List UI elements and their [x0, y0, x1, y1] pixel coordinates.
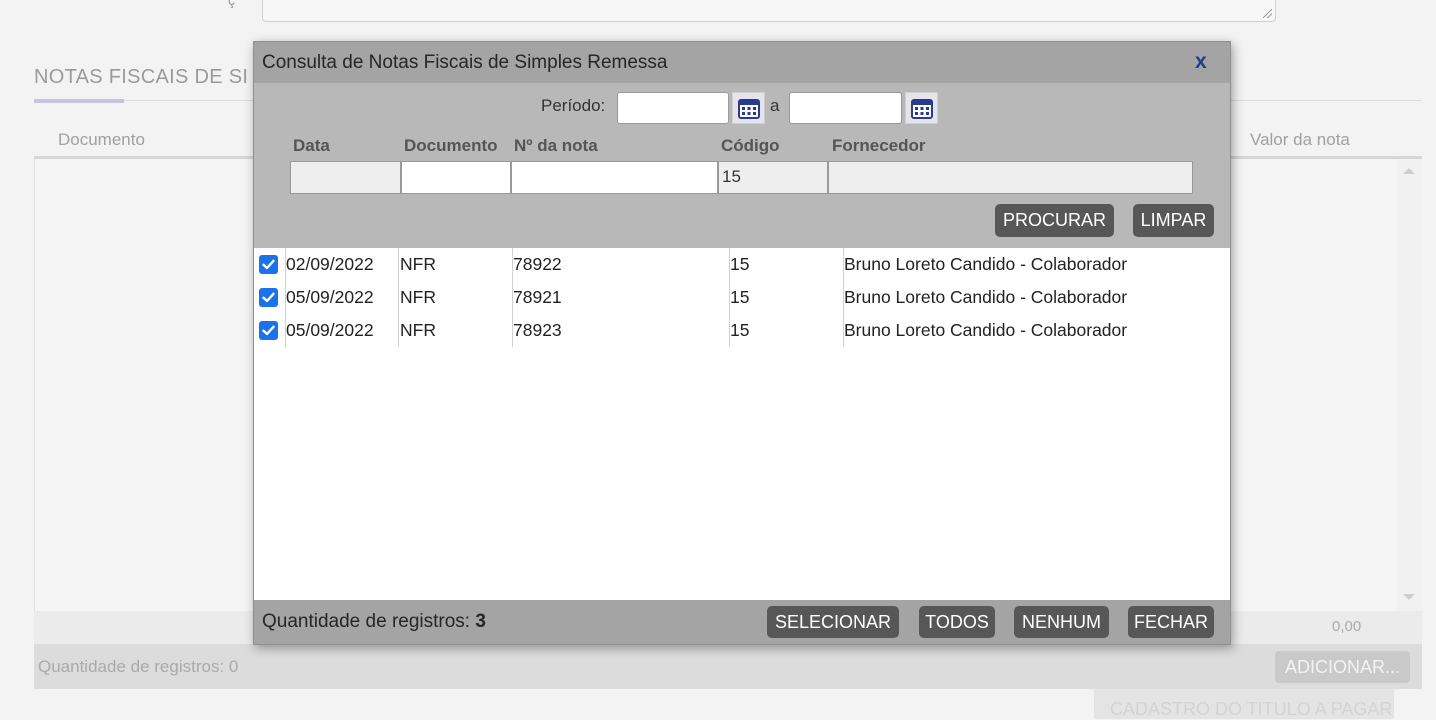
- filter-numero-nota-field[interactable]: [511, 161, 718, 194]
- todos-button[interactable]: TODOS: [919, 606, 995, 638]
- filter-label-data: Data: [293, 136, 330, 155]
- record-count: Quantidade de registros: 3: [262, 611, 486, 633]
- cell-numero-nota: 78922: [513, 254, 562, 274]
- cell-documento: NFR: [400, 254, 436, 274]
- total-value: 0,00: [1332, 618, 1362, 635]
- filter-label-codigo: Código: [721, 136, 780, 155]
- simples-remessa-modal: Consulta de Notas Fiscais de Simples Rem…: [253, 41, 1231, 645]
- cell-data: 05/09/2022: [286, 320, 374, 340]
- filter-codigo-field[interactable]: 15: [718, 161, 828, 194]
- observacao-textarea[interactable]: [262, 0, 1276, 22]
- record-count-label: Quantidade de registros:: [262, 611, 471, 632]
- procurar-button[interactable]: PROCURAR: [995, 204, 1114, 237]
- filter-fornecedor-field[interactable]: [828, 161, 1193, 194]
- bg-label-fragment: ç: [228, 0, 235, 8]
- column-header-documento[interactable]: Documento: [58, 130, 145, 150]
- record-count-value: 3: [475, 611, 486, 632]
- periodo-separator: a: [770, 96, 780, 115]
- scroll-up-icon[interactable]: [1403, 168, 1415, 174]
- record-count: Quantidade de registros: 0: [38, 657, 239, 676]
- cell-numero-nota: 78923: [513, 320, 562, 340]
- periodo-from-input[interactable]: [617, 92, 729, 124]
- add-button[interactable]: ADICIONAR...: [1275, 651, 1411, 683]
- filter-label-fornecedor: Fornecedor: [832, 136, 926, 155]
- result-row[interactable]: 02/09/2022 NFR 78922 15 Bruno Loreto Can…: [254, 248, 1230, 281]
- periodo-to-input[interactable]: [789, 92, 902, 124]
- periodo-label: Período:: [541, 96, 606, 115]
- cell-codigo: 15: [730, 320, 750, 340]
- cell-documento: NFR: [400, 287, 436, 307]
- scroll-down-icon[interactable]: [1403, 594, 1415, 600]
- cell-data: 02/09/2022: [286, 254, 374, 274]
- cell-data: 05/09/2022: [286, 287, 374, 307]
- bottom-panel-label[interactable]: CADASTRO DO TITULO A PAGAR: [1110, 699, 1392, 720]
- column-header-valor-nota[interactable]: Valor da nota: [1250, 130, 1350, 150]
- modal-title: Consulta de Notas Fiscais de Simples Rem…: [262, 52, 668, 73]
- calendar-to-icon[interactable]: [905, 92, 938, 124]
- section-title: NOTAS FISCAIS DE SI: [34, 66, 249, 88]
- cell-codigo: 15: [730, 287, 750, 307]
- row-checkbox[interactable]: [259, 288, 278, 307]
- filter-data-field[interactable]: [290, 161, 401, 194]
- filter-label-documento: Documento: [404, 136, 498, 155]
- close-icon[interactable]: x: [1195, 50, 1207, 74]
- selecionar-button[interactable]: SELECIONAR: [767, 606, 899, 638]
- cell-documento: NFR: [400, 320, 436, 340]
- row-checkbox[interactable]: [259, 255, 278, 274]
- fechar-button[interactable]: FECHAR: [1128, 606, 1214, 638]
- cell-fornecedor: Bruno Loreto Candido - Colaborador: [844, 287, 1128, 307]
- result-row[interactable]: 05/09/2022 NFR 78923 15 Bruno Loreto Can…: [254, 314, 1230, 347]
- filter-label-numero-nota: Nº da nota: [514, 136, 598, 155]
- cell-fornecedor: Bruno Loreto Candido - Colaborador: [844, 254, 1128, 274]
- filter-documento-field[interactable]: [401, 161, 511, 194]
- section-tab-indicator: [34, 99, 124, 103]
- cell-codigo: 15: [730, 254, 750, 274]
- cell-fornecedor: Bruno Loreto Candido - Colaborador: [844, 320, 1128, 340]
- table-scrollbar[interactable]: [1397, 159, 1422, 611]
- limpar-button[interactable]: LIMPAR: [1133, 204, 1214, 237]
- row-checkbox[interactable]: [259, 321, 278, 340]
- calendar-from-icon[interactable]: [732, 92, 765, 124]
- cell-numero-nota: 78921: [513, 287, 562, 307]
- table-footer: [34, 644, 1422, 689]
- result-row[interactable]: 05/09/2022 NFR 78921 15 Bruno Loreto Can…: [254, 281, 1230, 314]
- nenhum-button[interactable]: NENHUM: [1014, 606, 1109, 638]
- resize-handle-icon[interactable]: [1263, 9, 1272, 18]
